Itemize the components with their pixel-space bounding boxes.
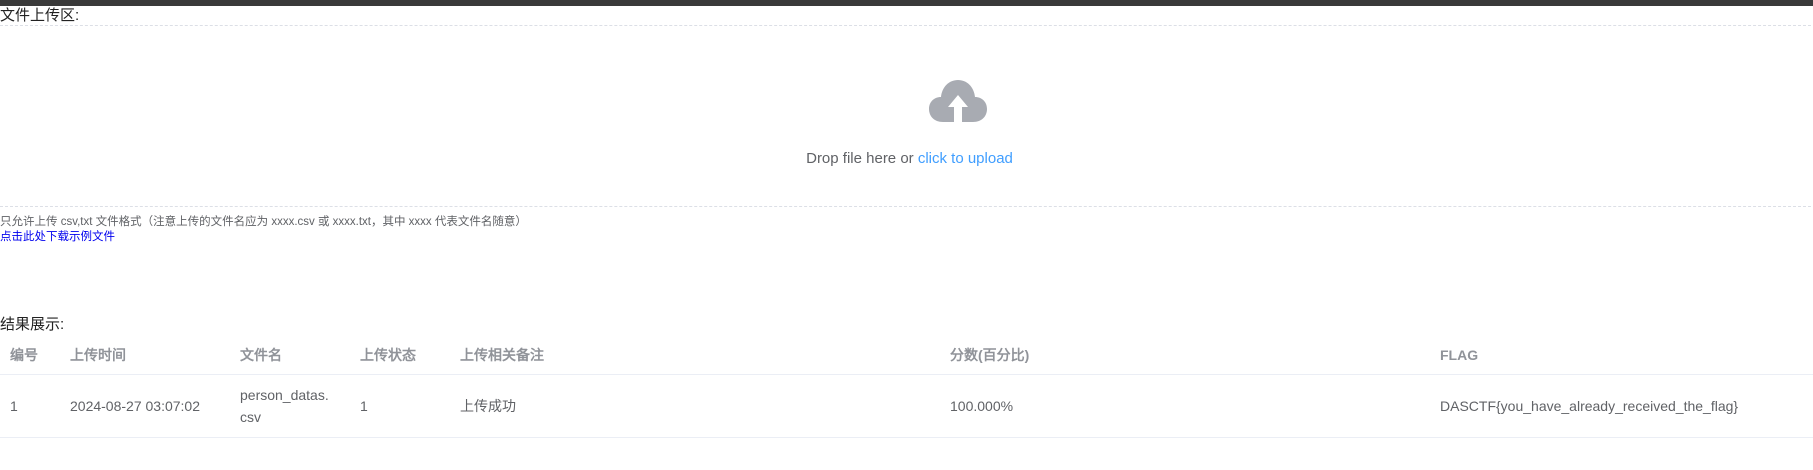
drop-hint: Drop file here or click to upload	[0, 150, 1813, 168]
table-header: 编号 上传时间 文件名 上传状态 上传相关备注 分数(百分比) FLAG	[0, 335, 1813, 375]
cell-remark: 上传成功	[460, 398, 516, 414]
column-header-score: 分数(百分比)	[950, 347, 1030, 363]
column-header-filename: 文件名	[240, 347, 282, 363]
upload-tip: 只允许上传 csv,txt 文件格式（注意上传的文件名应为 xxxx.csv 或…	[0, 216, 527, 228]
cell-status: 1	[360, 398, 368, 414]
cell-filename: person_datas.csv	[240, 384, 350, 428]
click-to-upload-link[interactable]: click to upload	[918, 150, 1013, 167]
cell-time: 2024-08-27 03:07:02	[70, 398, 200, 414]
column-header-flag: FLAG	[1440, 347, 1479, 363]
results-table: 编号 上传时间 文件名 上传状态 上传相关备注 分数(百分比) FLAG 1 2…	[0, 335, 1813, 438]
top-bar	[0, 0, 1813, 6]
table-row: 1 2024-08-27 03:07:02 person_datas.csv 1…	[0, 375, 1813, 438]
cell-id: 1	[10, 398, 18, 414]
cell-filename-line1: person_datas.	[240, 387, 329, 403]
results-section-title: 结果展示:	[0, 316, 65, 333]
column-header-time: 上传时间	[70, 347, 126, 363]
download-sample-link[interactable]: 点击此处下载示例文件	[0, 230, 115, 245]
column-header-id: 编号	[10, 347, 38, 363]
upload-cloud-icon	[929, 80, 987, 122]
cell-flag: DASCTF{you_have_already_received_the_fla…	[1440, 398, 1739, 414]
column-header-status: 上传状态	[360, 347, 416, 363]
upload-dropzone[interactable]: Drop file here or click to upload	[0, 25, 1811, 207]
upload-section-title: 文件上传区:	[0, 7, 80, 24]
column-header-remark: 上传相关备注	[460, 347, 544, 363]
drop-hint-text: Drop file here or	[806, 150, 918, 167]
cell-filename-line2: csv	[240, 409, 261, 425]
cell-score: 100.000%	[950, 398, 1014, 414]
